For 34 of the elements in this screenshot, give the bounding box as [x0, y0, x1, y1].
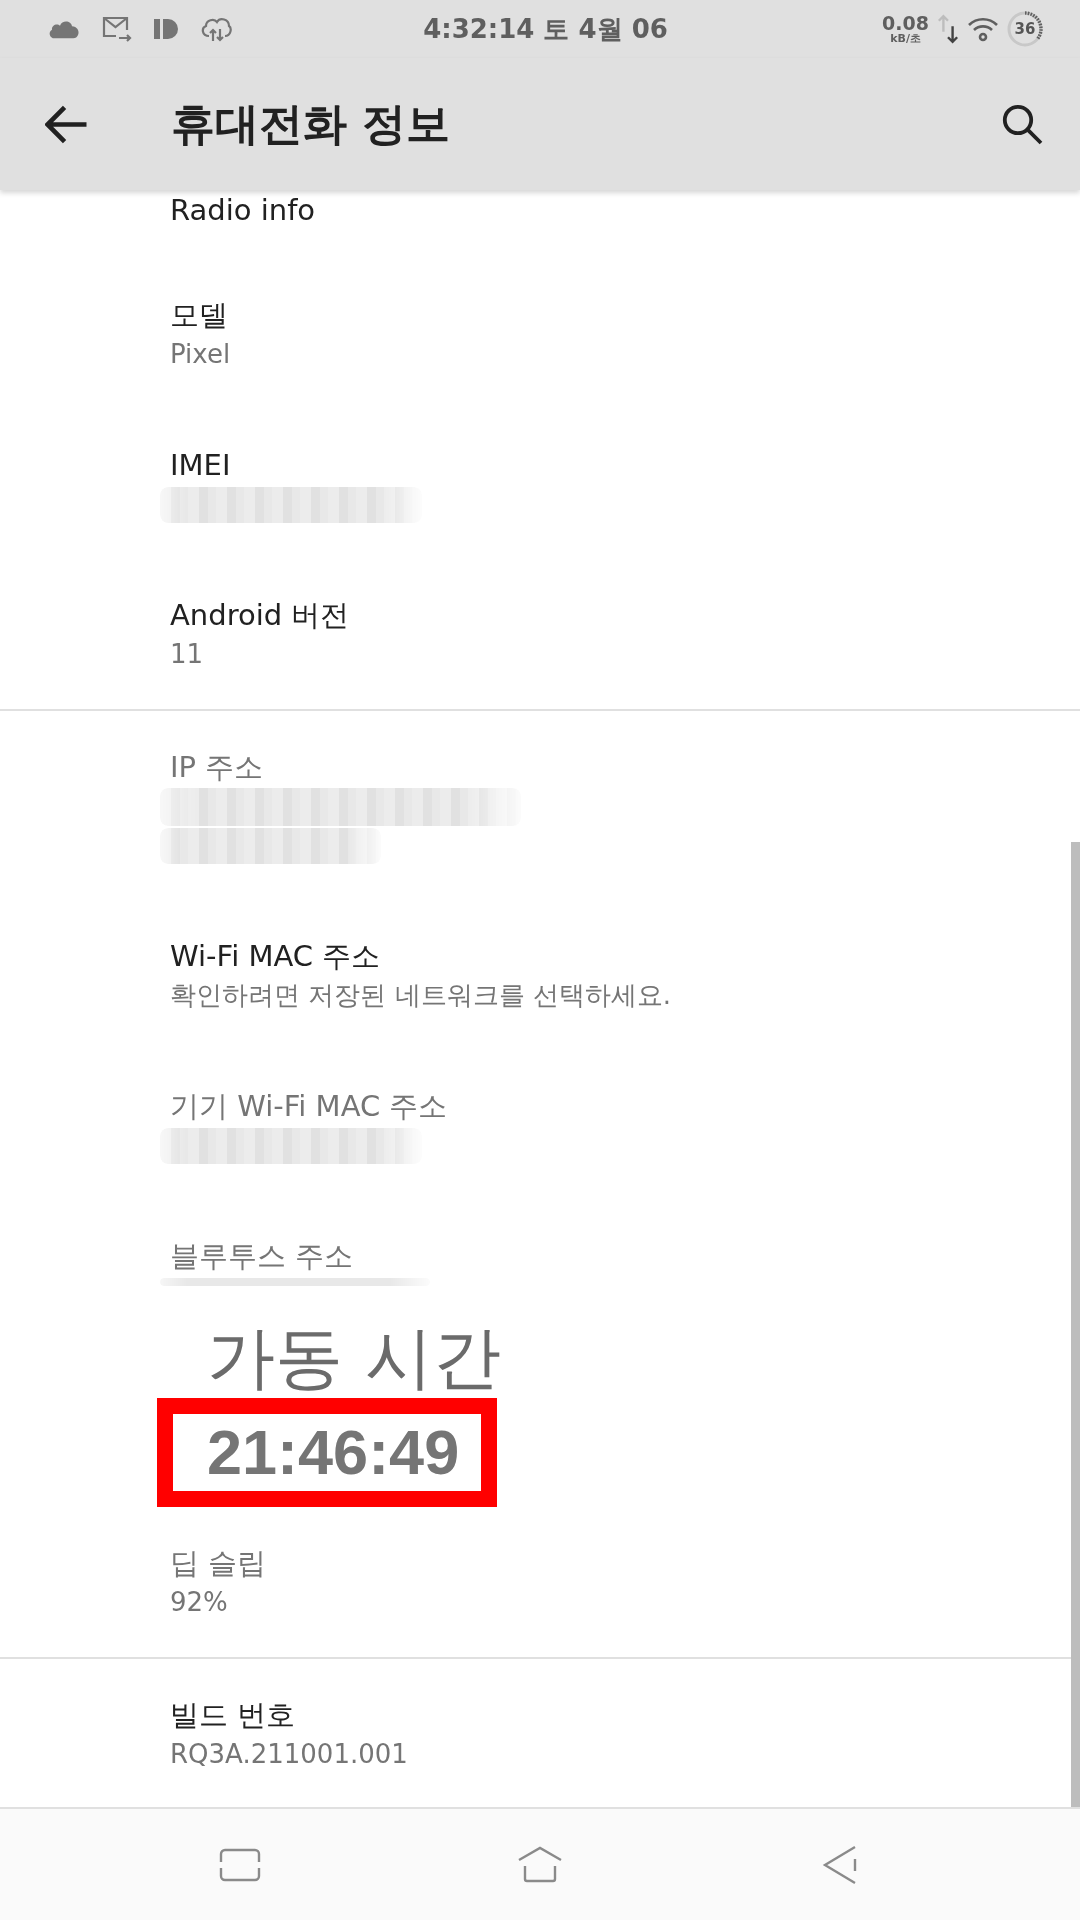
setting-value: 92% — [170, 1586, 228, 1619]
setting-value: Pixel — [170, 338, 231, 371]
setting-title: Wi-Fi MAC 주소 — [170, 938, 381, 975]
uptime-value: 21:46:49 — [207, 1416, 460, 1489]
app-logo-icon — [154, 19, 178, 39]
mail-icon — [102, 16, 132, 42]
setting-title: Android 버전 — [170, 597, 350, 634]
cloud-icon — [48, 19, 80, 39]
search-icon[interactable] — [1002, 103, 1043, 145]
setting-title: 딥 슬립 — [170, 1545, 267, 1582]
setting-title: IMEI — [170, 447, 231, 484]
network-speed-unit: kB/초 — [890, 33, 921, 44]
battery-ring-icon — [1007, 11, 1043, 47]
setting-value: 11 — [170, 638, 204, 671]
setting-title: Radio info — [170, 192, 316, 229]
home-icon[interactable] — [517, 1846, 563, 1883]
setting-value: 확인하려면 저장된 네트워크를 선택하세요. — [170, 979, 672, 1012]
uptime-label: 가동 시간 — [207, 1318, 501, 1398]
setting-value: RQ3A.211001.001 — [170, 1738, 408, 1771]
setting-title: IP 주소 — [170, 749, 264, 786]
setting-title: 블루투스 주소 — [170, 1238, 354, 1275]
page-title: 휴대전화 정보 — [171, 96, 452, 151]
setting-title: 빌드 번호 — [170, 1697, 296, 1734]
setting-title: 모델 — [170, 297, 228, 334]
battery-percent: 36 — [1014, 20, 1036, 38]
cloud-sync-icon — [200, 16, 232, 42]
back-arrow-icon[interactable] — [45, 104, 89, 144]
data-arrows-icon — [937, 12, 959, 46]
back-icon[interactable] — [822, 1844, 858, 1885]
setting-title: 기기 Wi-Fi MAC 주소 — [170, 1088, 448, 1125]
recent-apps-icon[interactable] — [219, 1847, 261, 1882]
wifi-icon — [967, 16, 999, 42]
status-time: 4:32:14 토 4월 06 — [423, 12, 668, 46]
network-speed: 0.08 — [882, 14, 929, 33]
